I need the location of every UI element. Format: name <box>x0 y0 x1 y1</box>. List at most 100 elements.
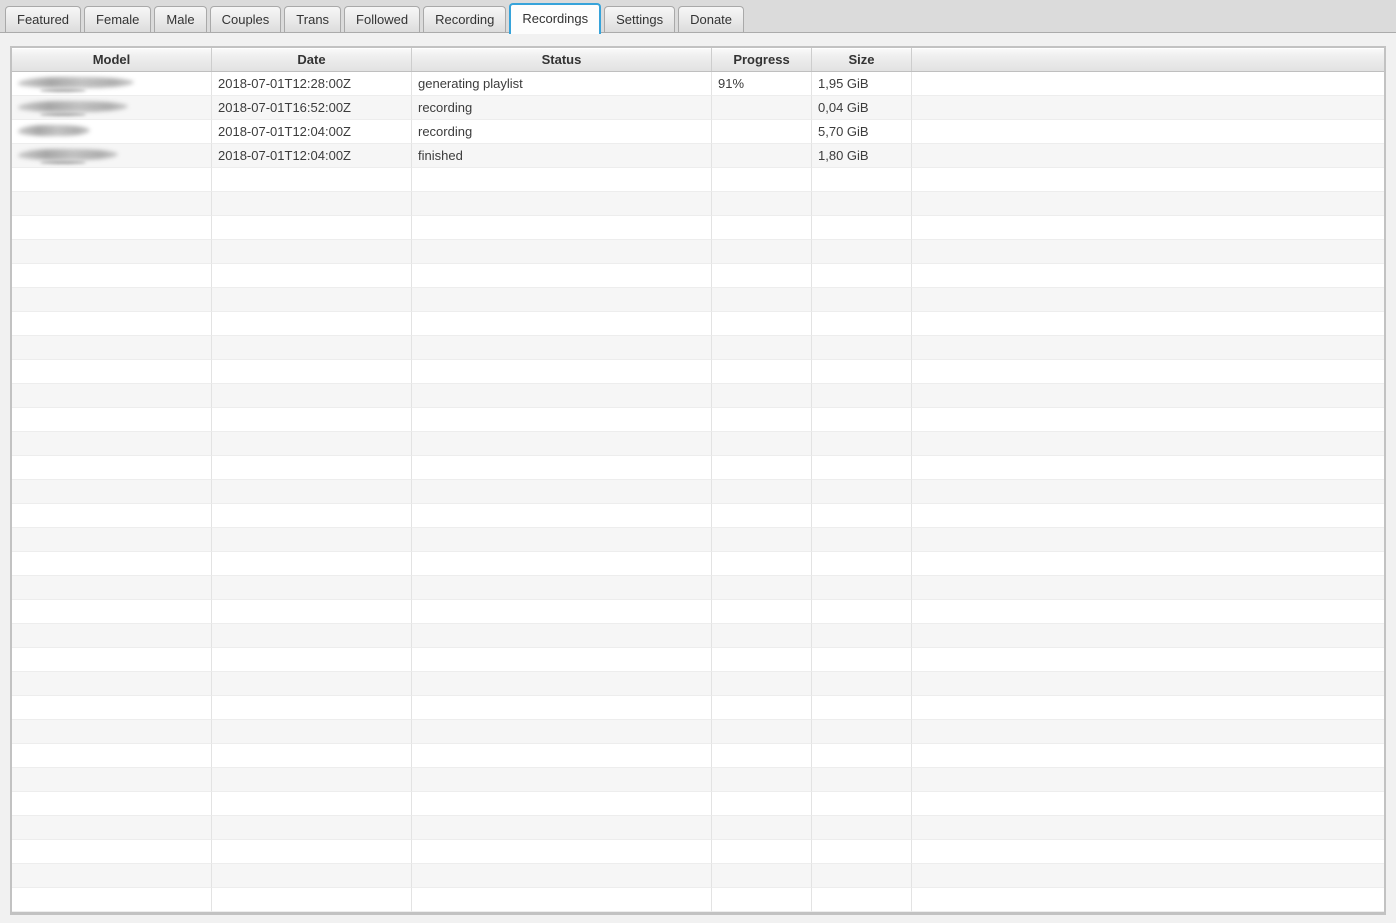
table-row-empty <box>12 360 1384 384</box>
cell-empty <box>412 168 712 192</box>
cell-empty <box>912 504 1384 528</box>
cell-empty <box>212 168 412 192</box>
table-row-empty <box>12 888 1384 912</box>
cell-empty <box>812 720 912 744</box>
cell-empty <box>712 696 812 720</box>
cell-empty <box>212 912 412 915</box>
cell-status: finished <box>412 144 712 168</box>
cell-empty <box>712 576 812 600</box>
cell-empty <box>912 336 1384 360</box>
cell-empty <box>712 216 812 240</box>
column-header-filler <box>912 48 1384 71</box>
table-row-empty <box>12 720 1384 744</box>
cell-model <box>12 144 212 168</box>
tab-male[interactable]: Male <box>154 6 206 32</box>
cell-empty <box>812 912 912 915</box>
redacted-model-name <box>18 125 90 136</box>
cell-empty <box>912 600 1384 624</box>
cell-empty <box>712 192 812 216</box>
cell-model <box>12 120 212 144</box>
cell-empty <box>212 216 412 240</box>
cell-empty <box>812 648 912 672</box>
cell-empty <box>812 264 912 288</box>
tab-followed[interactable]: Followed <box>344 6 420 32</box>
tab-female[interactable]: Female <box>84 6 151 32</box>
cell-empty <box>812 600 912 624</box>
cell-empty <box>12 624 212 648</box>
cell-empty <box>212 624 412 648</box>
table-body[interactable]: 2018-07-01T12:28:00Zgenerating playlist9… <box>12 72 1384 915</box>
cell-empty <box>12 696 212 720</box>
cell-empty <box>712 240 812 264</box>
cell-empty <box>712 624 812 648</box>
cell-empty <box>912 552 1384 576</box>
tab-donate[interactable]: Donate <box>678 6 744 32</box>
cell-empty <box>12 360 212 384</box>
cell-empty <box>412 888 712 912</box>
table-row-empty <box>12 288 1384 312</box>
cell-empty <box>412 288 712 312</box>
cell-empty <box>912 360 1384 384</box>
cell-size: 1,95 GiB <box>812 72 912 96</box>
cell-empty <box>912 696 1384 720</box>
cell-empty <box>712 768 812 792</box>
cell-empty <box>212 696 412 720</box>
table-row-empty <box>12 576 1384 600</box>
tab-trans[interactable]: Trans <box>284 6 341 32</box>
cell-empty <box>912 624 1384 648</box>
table-row-empty <box>12 768 1384 792</box>
table-row[interactable]: 2018-07-01T12:04:00Zrecording5,70 GiB <box>12 120 1384 144</box>
cell-empty <box>12 552 212 576</box>
cell-empty <box>912 528 1384 552</box>
cell-empty <box>212 600 412 624</box>
cell-empty <box>812 888 912 912</box>
cell-empty <box>212 336 412 360</box>
cell-empty <box>912 840 1384 864</box>
cell-empty <box>212 648 412 672</box>
cell-empty <box>712 840 812 864</box>
app-window: FeaturedFemaleMaleCouplesTransFollowedRe… <box>0 0 1396 923</box>
cell-empty <box>412 408 712 432</box>
cell-model <box>12 72 212 96</box>
tab-settings[interactable]: Settings <box>604 6 675 32</box>
tab-couples[interactable]: Couples <box>210 6 282 32</box>
cell-filler <box>912 120 1384 144</box>
cell-empty <box>912 384 1384 408</box>
cell-empty <box>712 168 812 192</box>
cell-empty <box>412 576 712 600</box>
table-row[interactable]: 2018-07-01T12:28:00Zgenerating playlist9… <box>12 72 1384 96</box>
cell-empty <box>712 408 812 432</box>
cell-empty <box>712 312 812 336</box>
table-row-empty <box>12 504 1384 528</box>
cell-status: recording <box>412 96 712 120</box>
column-header-status[interactable]: Status <box>412 48 712 71</box>
column-header-model[interactable]: Model <box>12 48 212 71</box>
cell-empty <box>912 408 1384 432</box>
cell-empty <box>912 312 1384 336</box>
column-header-size[interactable]: Size <box>812 48 912 71</box>
cell-empty <box>712 528 812 552</box>
cell-empty <box>812 744 912 768</box>
cell-empty <box>712 792 812 816</box>
cell-empty <box>412 912 712 915</box>
cell-empty <box>212 840 412 864</box>
cell-empty <box>212 192 412 216</box>
cell-empty <box>912 192 1384 216</box>
cell-empty <box>912 816 1384 840</box>
cell-empty <box>712 912 812 915</box>
cell-empty <box>212 792 412 816</box>
column-header-progress[interactable]: Progress <box>712 48 812 71</box>
table-row-empty <box>12 648 1384 672</box>
cell-empty <box>912 744 1384 768</box>
cell-empty <box>912 864 1384 888</box>
column-header-date[interactable]: Date <box>212 48 412 71</box>
tab-recording[interactable]: Recording <box>423 6 506 32</box>
table-row-empty <box>12 672 1384 696</box>
table-row[interactable]: 2018-07-01T12:04:00Zfinished1,80 GiB <box>12 144 1384 168</box>
cell-empty <box>912 912 1384 915</box>
table-row-empty <box>12 240 1384 264</box>
cell-empty <box>712 600 812 624</box>
table-row[interactable]: 2018-07-01T16:52:00Zrecording0,04 GiB <box>12 96 1384 120</box>
tab-recordings[interactable]: Recordings <box>509 3 601 34</box>
tab-featured[interactable]: Featured <box>5 6 81 32</box>
